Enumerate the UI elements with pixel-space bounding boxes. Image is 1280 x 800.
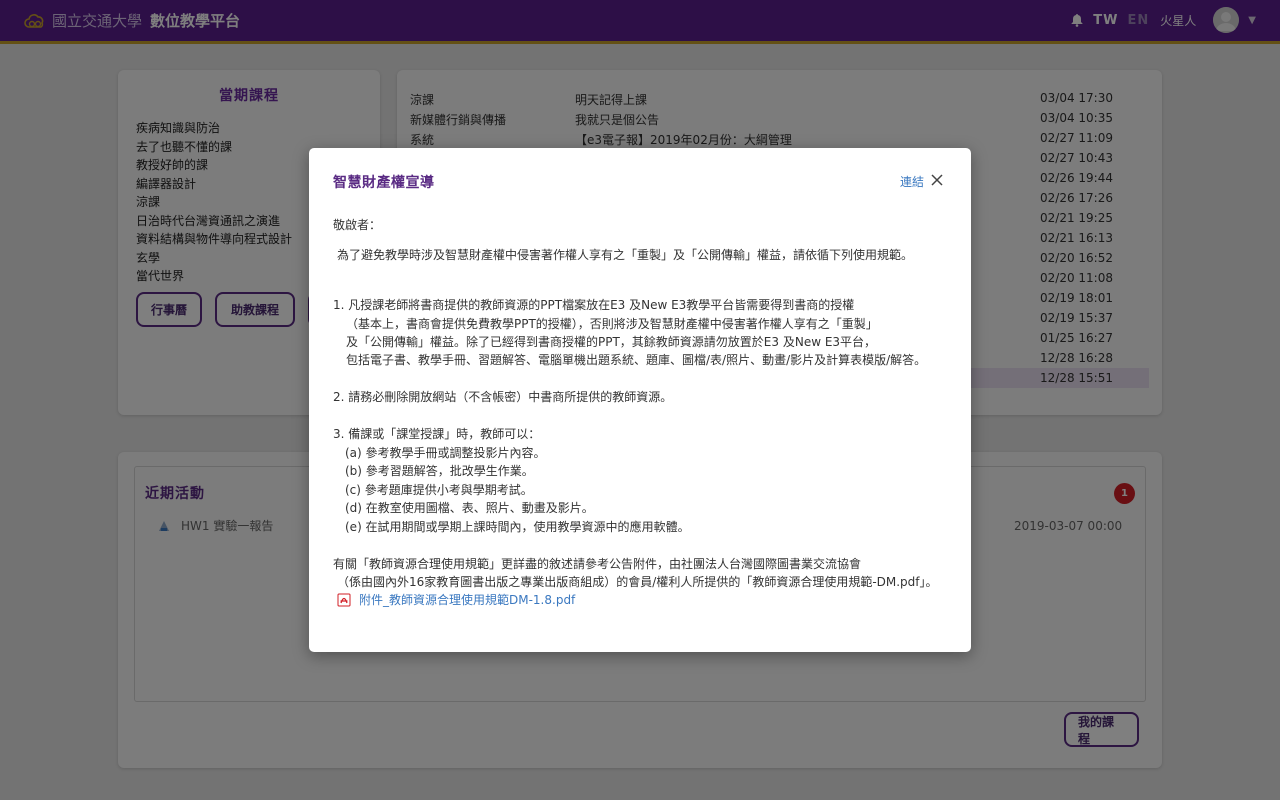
- modal-title: 智慧財產權宣導: [333, 175, 435, 191]
- modal-intro: 為了避免教學時涉及智慧財產權中侵害著作權人享有之「重製」及「公開傳輸」權益，請依…: [337, 248, 914, 262]
- rule-3-item: (d) 在教室使用圖檔、表、照片、動畫及影片。: [345, 501, 594, 515]
- rule-1-line: 1. 凡授課老師將書商提供的教師資源的PPT檔案放在E3 及New E3教學平台…: [333, 298, 855, 312]
- modal-footer-line: （係由國內外16家教育圖書出版之專業出版商組成）的會員/權利人所提供的「教師資源…: [337, 575, 938, 589]
- ip-notice-modal: 智慧財產權宣導 連結 敬啟者： 為了避免教學時涉及智慧財產權中侵害著作權人享有之…: [309, 148, 971, 652]
- rule-1-line: （基本上，書商會提供免費教學PPT的授權），否則將涉及智慧財產權中侵害著作權人享…: [346, 317, 878, 331]
- rule-3-line: 3. 備課或「課堂授課」時，教師可以：: [333, 427, 541, 441]
- close-icon[interactable]: [930, 173, 944, 187]
- rule-2: 2. 請務必刪除開放網站（不含帳密）中書商所提供的教師資源。: [333, 390, 673, 404]
- rule-3-item: (c) 參考題庫提供小考與學期考試。: [345, 483, 533, 497]
- rule-3-item: (b) 參考習題解答，批改學生作業。: [345, 464, 534, 478]
- rule-1-line: 包括電子書、教學手冊、習題解答、電腦單機出題系統、題庫、圖檔/表/照片、動畫/影…: [346, 353, 927, 367]
- attachment-row[interactable]: 附件_教師資源合理使用規範DM-1.8.pdf: [337, 591, 575, 608]
- rule-3-item: (a) 參考教學手冊或調整投影片內容。: [345, 446, 546, 460]
- attachment-link[interactable]: 附件_教師資源合理使用規範DM-1.8.pdf: [359, 591, 575, 608]
- modal-link[interactable]: 連結: [900, 173, 924, 190]
- modal-greeting: 敬啟者：: [333, 218, 382, 232]
- rule-1-line: 及「公開傳輸」權益。除了已經得到書商授權的PPT，其餘教師資源請勿放置於E3 及…: [346, 335, 877, 349]
- pdf-icon: [337, 593, 351, 607]
- modal-footer-line: 有關「教師資源合理使用規範」更詳盡的敘述請參考公告附件，由社團法人台灣國際圖書業…: [333, 557, 862, 571]
- rule-3-item: (e) 在試用期間或學期上課時間內，使用教學資源中的應用軟體。: [345, 520, 690, 534]
